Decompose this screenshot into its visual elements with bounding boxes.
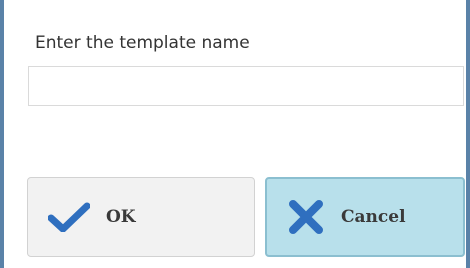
x-close-icon xyxy=(287,198,325,236)
cancel-button-label: Cancel xyxy=(341,207,406,227)
checkmark-icon xyxy=(47,202,91,233)
ok-button-label: OK xyxy=(106,207,136,227)
ok-button[interactable]: OK xyxy=(27,177,255,257)
template-name-input[interactable] xyxy=(28,66,464,106)
template-name-dialog: Enter the template name OK Cancel xyxy=(0,0,470,268)
dialog-border-right xyxy=(466,0,470,268)
dialog-border-left xyxy=(0,0,4,268)
prompt-label: Enter the template name xyxy=(35,33,250,53)
cancel-button[interactable]: Cancel xyxy=(265,177,465,257)
